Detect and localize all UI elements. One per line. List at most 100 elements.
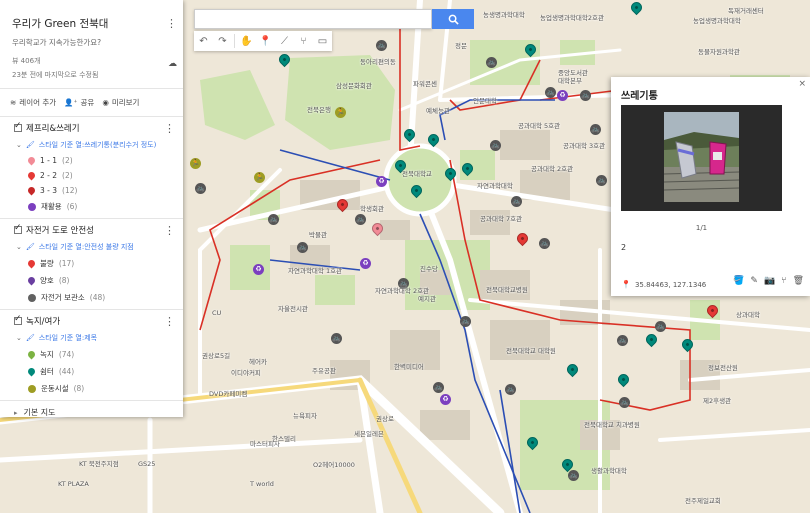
legend-label: 쉼터 (40, 367, 54, 376)
bike-parking-marker[interactable]: 🚲 (376, 40, 387, 51)
share-button[interactable]: 👤⁺ 공유 (64, 97, 94, 108)
legend-item[interactable]: 자전거 보관소 (48) (14, 292, 173, 303)
pin-icon (26, 349, 37, 360)
edit-icon[interactable]: ✎ (750, 276, 758, 286)
layer-name[interactable]: 자전거 도로 안전성 (26, 224, 94, 236)
legend-item[interactable]: 쉼터 (44) (14, 366, 173, 377)
bike-parking-marker[interactable]: 🚲 (355, 214, 366, 225)
bike-parking-marker[interactable]: 🚲 (590, 124, 601, 135)
map-label: 전북대학교 (402, 170, 432, 178)
layer-options-icon[interactable]: ⋮ (164, 123, 175, 134)
recycle-marker[interactable]: ♻ (360, 258, 371, 269)
recycle-marker[interactable]: ♻ (253, 264, 264, 275)
bike-parking-marker[interactable]: 🚲 (490, 140, 501, 151)
hand-icon[interactable]: ✋ (237, 31, 256, 51)
layer-checkbox[interactable] (14, 314, 22, 325)
chevron-down-icon: ⌄ (16, 141, 22, 149)
legend-item[interactable]: 재활용 (6) (14, 201, 173, 212)
map-toolbar: ↶ ↷ ✋ 📍 ⟋ ⑂ ▭ (194, 31, 332, 51)
camera-icon[interactable]: 📷 (764, 276, 775, 286)
draw-line-icon[interactable]: ⟋ (275, 31, 294, 51)
pin-icon (26, 275, 37, 286)
preview-label: 미리보기 (111, 98, 140, 107)
layer-checkbox[interactable] (14, 121, 22, 132)
bike-parking-marker[interactable]: 🚲 (580, 90, 591, 101)
legend-item[interactable]: 1 - 1 (2) (14, 155, 173, 166)
bike-parking-marker[interactable]: 🚲 (545, 87, 556, 98)
bike-parking-marker[interactable]: 🚲 (268, 214, 279, 225)
layer-style-link[interactable]: ⌄ 🖌 스타일 기준 열:안전성 불량 지점 (14, 242, 173, 252)
layer-name[interactable]: 제프리&쓰레기 (26, 122, 80, 134)
bike-parking-marker[interactable]: 🚲 (297, 242, 308, 253)
add-layer-button[interactable]: ≋ 레이어 추가 (10, 97, 56, 108)
add-marker-icon[interactable]: 📍 (256, 31, 275, 51)
search-box[interactable] (194, 9, 432, 29)
panel-header: 우리가 Green 전북대 우리학교가 지속가능한가요? 뷰 406개 23분 … (0, 0, 183, 80)
bike-parking-marker[interactable]: 🚲 (539, 238, 550, 249)
bike-parking-marker[interactable]: 🚲 (511, 196, 522, 207)
bike-parking-marker[interactable]: 🚲 (505, 384, 516, 395)
layer-options-icon[interactable]: ⋮ (164, 225, 175, 236)
bike-parking-marker[interactable]: 🚲 (195, 183, 206, 194)
layer-checkbox[interactable] (14, 223, 22, 234)
exercise-marker[interactable]: 🏃 (190, 158, 201, 169)
legend-item[interactable]: 2 - 2 (2) (14, 170, 173, 181)
legend-item[interactable]: 양호 (8) (14, 275, 173, 286)
legend-item[interactable]: 운동시설 (8) (14, 383, 173, 394)
pin-icon (26, 366, 37, 377)
directions-icon[interactable]: ⑂ (294, 31, 313, 51)
layer-style-link[interactable]: ⌄ 🖌 스타일 기준 열:쓰레기통(분리수거 정도) (14, 140, 173, 150)
map-label: KT PLAZA (58, 480, 89, 488)
bike-parking-marker[interactable]: 🚲 (433, 382, 444, 393)
layer-trash: 제프리&쓰레기 ⋮ ⌄ 🖌 스타일 기준 열:쓰레기통(분리수거 정도) 1 -… (0, 117, 183, 219)
delete-icon[interactable]: 🗑 (793, 276, 804, 286)
recycle-marker[interactable]: ♻ (557, 90, 568, 101)
bike-parking-marker[interactable]: 🚲 (331, 333, 342, 344)
map-label: T world (250, 480, 274, 488)
legend-count: (48) (89, 293, 106, 302)
chevron-right-icon: ▸ (14, 408, 18, 417)
exercise-marker[interactable]: 🏃 (254, 172, 265, 183)
map-label: 대학본부 (558, 77, 582, 85)
legend-item[interactable]: 3 - 3 (12) (14, 185, 173, 196)
search-button[interactable] (432, 9, 474, 29)
search-input[interactable] (195, 10, 431, 28)
preview-button[interactable]: ◉ 미리보기 (102, 97, 139, 108)
legend-item[interactable]: 녹지 (74) (14, 349, 173, 360)
ruler-icon[interactable]: ▭ (313, 31, 332, 51)
close-icon[interactable]: × (798, 79, 806, 89)
photo-frame[interactable] (621, 105, 782, 211)
paint-bucket-icon[interactable]: 🪣 (733, 276, 744, 286)
bike-parking-marker[interactable]: 🚲 (568, 470, 579, 481)
layer-style-link[interactable]: ⌄ 🖌 스타일 기준 열:제목 (14, 333, 173, 343)
directions-icon[interactable]: ⑂ (781, 276, 786, 286)
recycle-marker[interactable]: ♻ (376, 176, 387, 187)
bike-parking-marker[interactable]: 🚲 (486, 57, 497, 68)
map-label: 농업생명과학대학2호관 (540, 14, 604, 22)
redo-icon[interactable]: ↷ (213, 31, 232, 51)
bike-parking-marker[interactable]: 🚲 (617, 335, 628, 346)
legend-item[interactable]: 불량 (17) (14, 258, 173, 269)
bike-parking-marker[interactable]: 🚲 (619, 397, 630, 408)
map-label: 세븐일레븐 (354, 430, 384, 438)
recycle-marker[interactable]: ♻ (440, 394, 451, 405)
bike-parking-marker[interactable]: 🚲 (655, 321, 666, 332)
layer-name[interactable]: 녹지/여가 (26, 315, 60, 327)
layer-options-icon[interactable]: ⋮ (164, 316, 175, 327)
pin-icon (26, 170, 37, 181)
bike-parking-marker[interactable]: 🚲 (460, 316, 471, 327)
map-label: 동물자원과학관 (698, 48, 740, 56)
bike-parking-marker[interactable]: 🚲 (596, 175, 607, 186)
map-options-icon[interactable]: ⋮ (166, 18, 177, 29)
map-title[interactable]: 우리가 Green 전북대 (12, 16, 173, 31)
layer-style-label: 스타일 기준 열:안전성 불량 지점 (38, 243, 134, 251)
base-map-toggle[interactable]: ▸ 기본 지도 (0, 401, 183, 417)
map-label: 상과대학 (736, 311, 760, 319)
pin-icon (26, 185, 37, 196)
undo-icon[interactable]: ↶ (194, 31, 213, 51)
map-legend-panel: 우리가 Green 전북대 우리학교가 지속가능한가요? 뷰 406개 23분 … (0, 0, 183, 417)
map-description[interactable]: 우리학교가 지속가능한가요? (12, 37, 173, 48)
exercise-marker[interactable]: 🏃 (335, 107, 346, 118)
eye-icon: ◉ (102, 98, 109, 107)
map-label: 뉴욕피자 (293, 412, 317, 420)
